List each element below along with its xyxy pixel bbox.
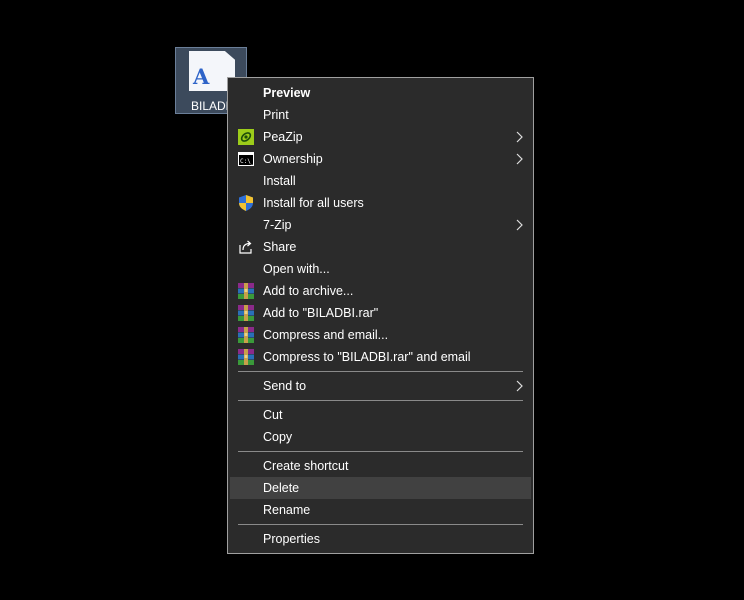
menu-item-label: Compress and email... (263, 328, 389, 342)
winrar-icon (238, 305, 254, 321)
menu-separator (228, 448, 533, 455)
menu-item-label: Add to archive... (263, 284, 354, 298)
menu-item-install[interactable]: Install (230, 170, 531, 192)
menu-item-cut[interactable]: Cut (230, 404, 531, 426)
chevron-right-icon (516, 153, 523, 165)
menu-item-label: Ownership (263, 152, 323, 166)
menu-separator (228, 397, 533, 404)
context-menu: Preview Print PeaZip C:\_ Ownership Inst… (227, 77, 534, 554)
menu-item-label: Create shortcut (263, 459, 349, 473)
menu-item-install-all-users[interactable]: Install for all users (230, 192, 531, 214)
peazip-icon (238, 129, 254, 145)
menu-item-compress-and-email[interactable]: Compress and email... (230, 324, 531, 346)
menu-item-preview[interactable]: Preview (230, 82, 531, 104)
menu-item-ownership[interactable]: C:\_ Ownership (230, 148, 531, 170)
winrar-icon (238, 327, 254, 343)
menu-item-peazip[interactable]: PeaZip (230, 126, 531, 148)
menu-item-label: Install for all users (263, 196, 364, 210)
menu-item-share[interactable]: Share (230, 236, 531, 258)
menu-item-label: Properties (263, 532, 320, 546)
menu-item-7zip[interactable]: 7-Zip (230, 214, 531, 236)
menu-item-properties[interactable]: Properties (230, 528, 531, 550)
menu-item-label: Delete (263, 481, 300, 495)
menu-item-label: Preview (263, 86, 311, 100)
menu-item-print[interactable]: Print (230, 104, 531, 126)
console-icon: C:\_ (238, 151, 254, 167)
menu-item-rename[interactable]: Rename (230, 499, 531, 521)
menu-item-open-with[interactable]: Open with... (230, 258, 531, 280)
menu-item-add-to-archive[interactable]: Add to archive... (230, 280, 531, 302)
menu-separator (228, 368, 533, 375)
menu-item-label: Share (263, 240, 297, 254)
desktop: A BILADBI Preview Print PeaZip C:\_ Owne… (0, 0, 744, 600)
menu-item-label: Copy (263, 430, 293, 444)
menu-separator (228, 521, 533, 528)
menu-item-label: Cut (263, 408, 283, 422)
menu-item-label: Compress to "BILADBI.rar" and email (263, 350, 471, 364)
chevron-right-icon (516, 131, 523, 143)
svg-text:C:\_: C:\_ (240, 158, 254, 165)
menu-item-copy[interactable]: Copy (230, 426, 531, 448)
menu-item-label: PeaZip (263, 130, 303, 144)
menu-item-create-shortcut[interactable]: Create shortcut (230, 455, 531, 477)
menu-item-label: Add to "BILADBI.rar" (263, 306, 379, 320)
winrar-icon (238, 283, 254, 299)
font-glyph: A (193, 64, 210, 89)
chevron-right-icon (516, 380, 523, 392)
share-icon (238, 239, 254, 255)
menu-item-send-to[interactable]: Send to (230, 375, 531, 397)
menu-item-label: Print (263, 108, 289, 122)
menu-item-add-to-rar[interactable]: Add to "BILADBI.rar" (230, 302, 531, 324)
menu-item-label: Rename (263, 503, 311, 517)
uac-shield-icon (238, 195, 254, 211)
menu-item-compress-to-rar-and-email[interactable]: Compress to "BILADBI.rar" and email (230, 346, 531, 368)
menu-item-label: 7-Zip (263, 218, 292, 232)
menu-item-label: Send to (263, 379, 307, 393)
menu-item-delete[interactable]: Delete (230, 477, 531, 499)
chevron-right-icon (516, 219, 523, 231)
menu-item-label: Open with... (263, 262, 330, 276)
menu-item-label: Install (263, 174, 296, 188)
winrar-icon (238, 349, 254, 365)
